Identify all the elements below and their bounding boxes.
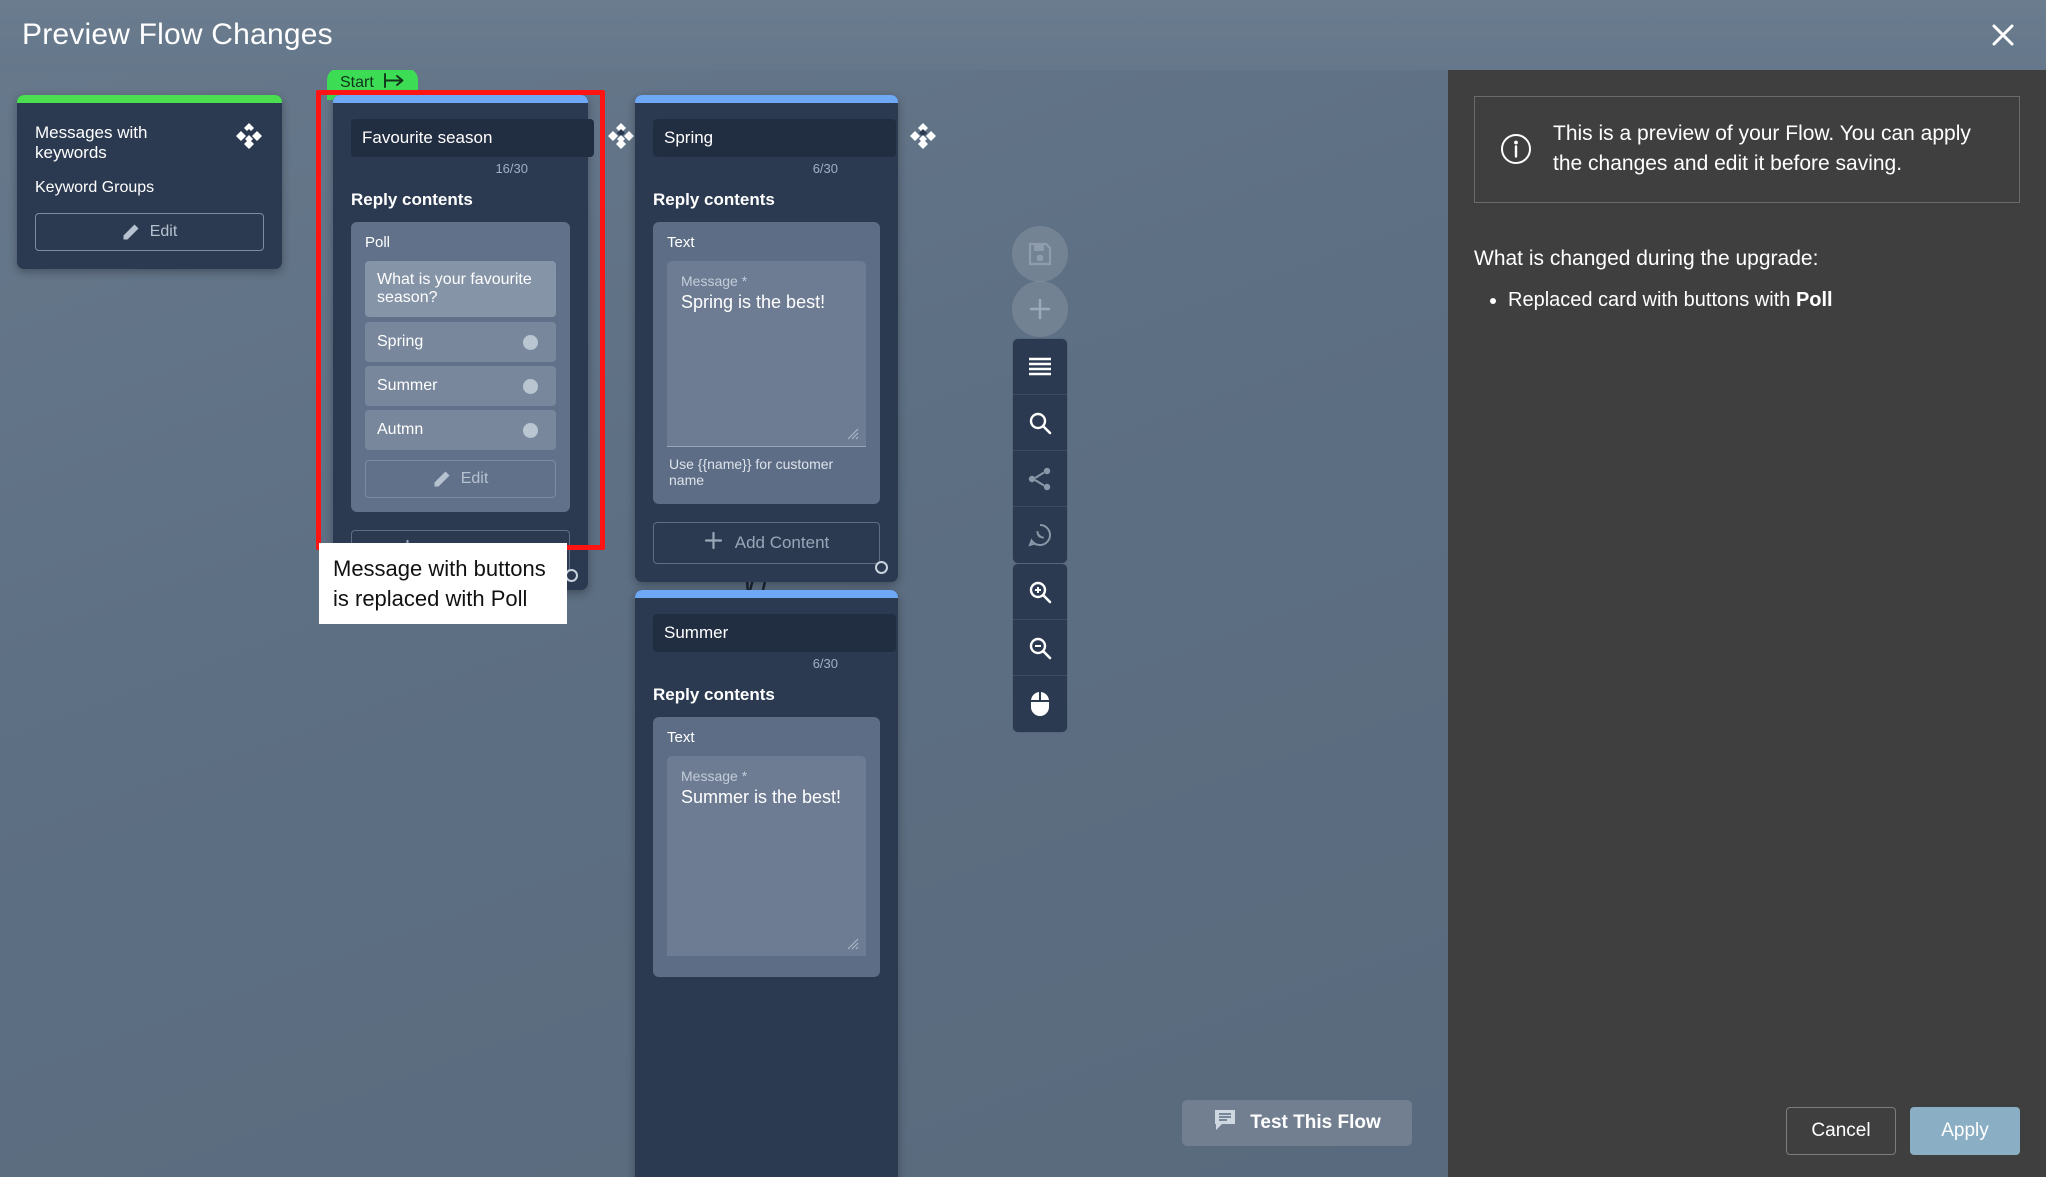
canvas-tool-stack-zoom: [1012, 563, 1068, 733]
node-output-connector[interactable]: [875, 561, 888, 574]
page-title: Preview Flow Changes: [22, 18, 333, 51]
node-accent-bar: [17, 95, 282, 103]
poll-option: Summer: [365, 366, 556, 406]
menu-icon[interactable]: [1013, 339, 1067, 395]
node-accent-bar: [333, 95, 588, 103]
changes-panel: This is a preview of your Flow. You can …: [1448, 70, 2046, 1177]
changes-title: What is changed during the upgrade:: [1474, 246, 1819, 270]
dialog-titlebar: Preview Flow Changes: [0, 0, 2046, 70]
node-summer[interactable]: 6/30 Reply contents Text Message * Summe…: [635, 590, 898, 1177]
change-text: Replaced card with buttons with: [1508, 288, 1796, 311]
test-this-flow-label: Test This Flow: [1250, 1112, 1381, 1133]
callout-note: Message with buttons is replaced with Po…: [319, 543, 567, 625]
edit-button[interactable]: Edit: [365, 460, 556, 498]
block-type-label: Text: [667, 729, 695, 746]
node-messages-with-keywords[interactable]: Messages with keywords Keyword Groups Ed…: [17, 95, 282, 269]
edit-button-label: Edit: [149, 223, 178, 240]
canvas-tool-stack-primary: [1012, 338, 1068, 564]
node-poll[interactable]: 16/30 Reply contents Poll What is your f…: [333, 95, 634, 590]
move-handle-icon[interactable]: [606, 121, 636, 151]
info-text: This is a preview of your Flow. You can …: [1553, 122, 1971, 176]
add-content-label: Add Content: [734, 533, 830, 552]
mouse-icon[interactable]: [1013, 676, 1067, 732]
search-icon[interactable]: [1013, 395, 1067, 451]
message-field-value: Summer is the best!: [681, 787, 842, 807]
edit-button[interactable]: Edit: [35, 213, 264, 251]
node-accent-bar: [635, 590, 898, 598]
poll-option-label: Autmn: [377, 421, 424, 438]
block-type-label: Text: [667, 234, 695, 251]
move-handle-icon[interactable]: [234, 121, 264, 151]
reply-contents-label: Reply contents: [653, 190, 775, 209]
whatsapp-icon[interactable]: [1013, 507, 1067, 563]
changes-list: Replaced card with buttons with Poll: [1474, 285, 2020, 315]
node-title: Messages with keywords: [35, 123, 148, 162]
pencil-icon: [122, 223, 140, 241]
test-this-flow-button[interactable]: Test This Flow: [1182, 1100, 1412, 1146]
info-icon: [1499, 132, 1533, 166]
message-field-value: Spring is the best!: [681, 292, 826, 312]
node-title-input[interactable]: [653, 119, 896, 157]
text-content-block[interactable]: Text Message * Spring is the best! Use {…: [653, 222, 880, 504]
close-icon[interactable]: [1978, 10, 2028, 60]
plus-icon: [704, 531, 723, 555]
node-accent-bar: [635, 95, 898, 103]
save-icon[interactable]: [1012, 226, 1068, 282]
message-field-label: Message *: [681, 768, 748, 784]
flow-start-icon: [383, 73, 405, 93]
plus-icon[interactable]: [1012, 281, 1068, 337]
poll-option: Spring: [365, 322, 556, 362]
info-box: This is a preview of your Flow. You can …: [1474, 96, 2020, 203]
title-charcount: 16/30: [495, 161, 528, 176]
poll-option-label: Summer: [377, 377, 438, 394]
message-hint: Use {{name}} for customer name: [669, 456, 834, 488]
poll-option: Autmn: [365, 410, 556, 450]
pencil-icon: [433, 470, 451, 488]
cancel-button[interactable]: Cancel: [1786, 1107, 1896, 1155]
message-textarea[interactable]: Message * Summer is the best!: [667, 756, 866, 956]
poll-radio-icon: [523, 334, 538, 350]
zoom-out-icon[interactable]: [1013, 620, 1067, 676]
change-emphasis: Poll: [1795, 288, 1833, 311]
message-field-label: Message *: [681, 273, 748, 289]
chat-icon: [1213, 1108, 1237, 1138]
apply-button[interactable]: Apply: [1910, 1107, 2020, 1155]
add-content-button[interactable]: Add Content: [653, 522, 880, 564]
start-badge-label: Start: [340, 74, 374, 91]
block-type-label: Poll: [365, 234, 391, 251]
node-title-input[interactable]: [351, 119, 594, 157]
poll-content-block[interactable]: Poll What is your favourite season? Spri…: [351, 222, 570, 512]
poll-radio-icon: [523, 422, 538, 438]
poll-question: What is your favourite season?: [365, 261, 556, 317]
zoom-in-icon[interactable]: [1013, 564, 1067, 620]
title-charcount: 6/30: [812, 656, 838, 671]
poll-option-label: Spring: [377, 333, 424, 350]
move-handle-icon[interactable]: [908, 121, 938, 151]
panel-footer: Cancel Apply: [1448, 1085, 2046, 1177]
reply-contents-label: Reply contents: [653, 685, 775, 704]
node-title-input[interactable]: [653, 614, 896, 652]
poll-radio-icon: [523, 378, 538, 394]
list-item: Replaced card with buttons with Poll: [1508, 285, 2020, 315]
flow-canvas[interactable]: Start Messages with keywords Keyword Gro…: [0, 70, 1448, 1177]
title-charcount: 6/30: [812, 161, 838, 176]
text-content-block[interactable]: Text Message * Summer is the best!: [653, 717, 880, 977]
message-textarea[interactable]: Message * Spring is the best!: [667, 261, 866, 446]
resize-grip-icon[interactable]: [847, 427, 859, 440]
edit-button-label: Edit: [460, 470, 489, 487]
share-icon[interactable]: [1013, 451, 1067, 507]
resize-grip-icon[interactable]: [847, 937, 859, 950]
preview-flow-dialog: Preview Flow Changes Start Messages with…: [0, 0, 2046, 1177]
node-spring[interactable]: 6/30 Reply contents Text Message * Sprin…: [635, 95, 936, 582]
reply-contents-label: Reply contents: [351, 190, 473, 209]
node-subtitle: Keyword Groups: [35, 179, 155, 196]
